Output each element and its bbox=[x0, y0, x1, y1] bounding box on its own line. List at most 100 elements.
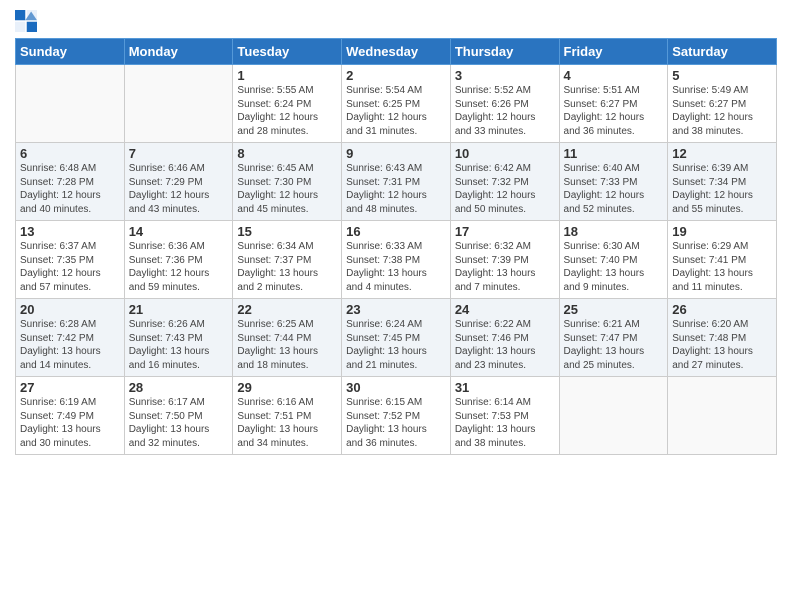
calendar-cell: 4Sunrise: 5:51 AMSunset: 6:27 PMDaylight… bbox=[559, 65, 668, 143]
day-detail: Sunrise: 6:24 AMSunset: 7:45 PMDaylight:… bbox=[346, 318, 446, 372]
day-number: 1 bbox=[237, 68, 337, 83]
col-header-tuesday: Tuesday bbox=[233, 39, 342, 65]
day-detail: Sunrise: 5:54 AMSunset: 6:25 PMDaylight:… bbox=[346, 84, 446, 138]
calendar-cell: 20Sunrise: 6:28 AMSunset: 7:42 PMDayligh… bbox=[16, 299, 125, 377]
col-header-sunday: Sunday bbox=[16, 39, 125, 65]
calendar-cell: 3Sunrise: 5:52 AMSunset: 6:26 PMDaylight… bbox=[450, 65, 559, 143]
day-number: 6 bbox=[20, 146, 120, 161]
day-number: 31 bbox=[455, 380, 555, 395]
calendar-cell: 2Sunrise: 5:54 AMSunset: 6:25 PMDaylight… bbox=[342, 65, 451, 143]
day-detail: Sunrise: 6:14 AMSunset: 7:53 PMDaylight:… bbox=[455, 396, 555, 450]
day-number: 28 bbox=[129, 380, 229, 395]
day-number: 29 bbox=[237, 380, 337, 395]
calendar-cell: 12Sunrise: 6:39 AMSunset: 7:34 PMDayligh… bbox=[668, 143, 777, 221]
calendar-cell: 19Sunrise: 6:29 AMSunset: 7:41 PMDayligh… bbox=[668, 221, 777, 299]
calendar-cell: 24Sunrise: 6:22 AMSunset: 7:46 PMDayligh… bbox=[450, 299, 559, 377]
day-detail: Sunrise: 6:37 AMSunset: 7:35 PMDaylight:… bbox=[20, 240, 120, 294]
calendar-cell: 18Sunrise: 6:30 AMSunset: 7:40 PMDayligh… bbox=[559, 221, 668, 299]
calendar-cell: 22Sunrise: 6:25 AMSunset: 7:44 PMDayligh… bbox=[233, 299, 342, 377]
day-detail: Sunrise: 6:45 AMSunset: 7:30 PMDaylight:… bbox=[237, 162, 337, 216]
day-number: 12 bbox=[672, 146, 772, 161]
day-number: 22 bbox=[237, 302, 337, 317]
day-detail: Sunrise: 6:15 AMSunset: 7:52 PMDaylight:… bbox=[346, 396, 446, 450]
calendar-cell: 7Sunrise: 6:46 AMSunset: 7:29 PMDaylight… bbox=[124, 143, 233, 221]
col-header-wednesday: Wednesday bbox=[342, 39, 451, 65]
day-number: 16 bbox=[346, 224, 446, 239]
day-number: 19 bbox=[672, 224, 772, 239]
col-header-saturday: Saturday bbox=[668, 39, 777, 65]
day-detail: Sunrise: 6:30 AMSunset: 7:40 PMDaylight:… bbox=[564, 240, 664, 294]
day-number: 3 bbox=[455, 68, 555, 83]
header bbox=[15, 10, 777, 32]
col-header-thursday: Thursday bbox=[450, 39, 559, 65]
calendar-cell: 8Sunrise: 6:45 AMSunset: 7:30 PMDaylight… bbox=[233, 143, 342, 221]
day-number: 13 bbox=[20, 224, 120, 239]
day-detail: Sunrise: 6:40 AMSunset: 7:33 PMDaylight:… bbox=[564, 162, 664, 216]
day-number: 26 bbox=[672, 302, 772, 317]
calendar-cell: 31Sunrise: 6:14 AMSunset: 7:53 PMDayligh… bbox=[450, 377, 559, 455]
calendar-cell: 17Sunrise: 6:32 AMSunset: 7:39 PMDayligh… bbox=[450, 221, 559, 299]
day-number: 21 bbox=[129, 302, 229, 317]
day-detail: Sunrise: 5:52 AMSunset: 6:26 PMDaylight:… bbox=[455, 84, 555, 138]
day-detail: Sunrise: 6:33 AMSunset: 7:38 PMDaylight:… bbox=[346, 240, 446, 294]
logo-icon bbox=[15, 10, 37, 32]
calendar-week-row: 20Sunrise: 6:28 AMSunset: 7:42 PMDayligh… bbox=[16, 299, 777, 377]
day-detail: Sunrise: 6:16 AMSunset: 7:51 PMDaylight:… bbox=[237, 396, 337, 450]
day-number: 10 bbox=[455, 146, 555, 161]
day-number: 27 bbox=[20, 380, 120, 395]
calendar-cell bbox=[668, 377, 777, 455]
day-detail: Sunrise: 6:39 AMSunset: 7:34 PMDaylight:… bbox=[672, 162, 772, 216]
day-detail: Sunrise: 6:22 AMSunset: 7:46 PMDaylight:… bbox=[455, 318, 555, 372]
day-detail: Sunrise: 6:28 AMSunset: 7:42 PMDaylight:… bbox=[20, 318, 120, 372]
day-detail: Sunrise: 6:43 AMSunset: 7:31 PMDaylight:… bbox=[346, 162, 446, 216]
day-number: 2 bbox=[346, 68, 446, 83]
day-number: 9 bbox=[346, 146, 446, 161]
day-detail: Sunrise: 6:36 AMSunset: 7:36 PMDaylight:… bbox=[129, 240, 229, 294]
day-detail: Sunrise: 6:17 AMSunset: 7:50 PMDaylight:… bbox=[129, 396, 229, 450]
calendar-cell: 13Sunrise: 6:37 AMSunset: 7:35 PMDayligh… bbox=[16, 221, 125, 299]
calendar-cell: 6Sunrise: 6:48 AMSunset: 7:28 PMDaylight… bbox=[16, 143, 125, 221]
day-number: 8 bbox=[237, 146, 337, 161]
calendar-cell: 10Sunrise: 6:42 AMSunset: 7:32 PMDayligh… bbox=[450, 143, 559, 221]
day-detail: Sunrise: 6:26 AMSunset: 7:43 PMDaylight:… bbox=[129, 318, 229, 372]
calendar-cell bbox=[559, 377, 668, 455]
day-number: 20 bbox=[20, 302, 120, 317]
day-number: 11 bbox=[564, 146, 664, 161]
day-detail: Sunrise: 6:20 AMSunset: 7:48 PMDaylight:… bbox=[672, 318, 772, 372]
calendar-cell bbox=[16, 65, 125, 143]
day-number: 4 bbox=[564, 68, 664, 83]
calendar-cell: 25Sunrise: 6:21 AMSunset: 7:47 PMDayligh… bbox=[559, 299, 668, 377]
day-detail: Sunrise: 6:46 AMSunset: 7:29 PMDaylight:… bbox=[129, 162, 229, 216]
day-detail: Sunrise: 6:42 AMSunset: 7:32 PMDaylight:… bbox=[455, 162, 555, 216]
calendar-cell: 21Sunrise: 6:26 AMSunset: 7:43 PMDayligh… bbox=[124, 299, 233, 377]
day-detail: Sunrise: 6:25 AMSunset: 7:44 PMDaylight:… bbox=[237, 318, 337, 372]
col-header-monday: Monday bbox=[124, 39, 233, 65]
calendar-cell: 30Sunrise: 6:15 AMSunset: 7:52 PMDayligh… bbox=[342, 377, 451, 455]
calendar-cell: 9Sunrise: 6:43 AMSunset: 7:31 PMDaylight… bbox=[342, 143, 451, 221]
calendar: SundayMondayTuesdayWednesdayThursdayFrid… bbox=[15, 38, 777, 455]
day-detail: Sunrise: 5:49 AMSunset: 6:27 PMDaylight:… bbox=[672, 84, 772, 138]
calendar-cell: 26Sunrise: 6:20 AMSunset: 7:48 PMDayligh… bbox=[668, 299, 777, 377]
calendar-cell: 15Sunrise: 6:34 AMSunset: 7:37 PMDayligh… bbox=[233, 221, 342, 299]
day-detail: Sunrise: 5:51 AMSunset: 6:27 PMDaylight:… bbox=[564, 84, 664, 138]
calendar-cell: 27Sunrise: 6:19 AMSunset: 7:49 PMDayligh… bbox=[16, 377, 125, 455]
day-number: 17 bbox=[455, 224, 555, 239]
day-number: 23 bbox=[346, 302, 446, 317]
day-detail: Sunrise: 6:21 AMSunset: 7:47 PMDaylight:… bbox=[564, 318, 664, 372]
day-number: 24 bbox=[455, 302, 555, 317]
calendar-week-row: 6Sunrise: 6:48 AMSunset: 7:28 PMDaylight… bbox=[16, 143, 777, 221]
calendar-cell bbox=[124, 65, 233, 143]
day-number: 30 bbox=[346, 380, 446, 395]
logo bbox=[15, 10, 39, 32]
day-number: 14 bbox=[129, 224, 229, 239]
calendar-week-row: 13Sunrise: 6:37 AMSunset: 7:35 PMDayligh… bbox=[16, 221, 777, 299]
day-detail: Sunrise: 6:34 AMSunset: 7:37 PMDaylight:… bbox=[237, 240, 337, 294]
calendar-week-row: 27Sunrise: 6:19 AMSunset: 7:49 PMDayligh… bbox=[16, 377, 777, 455]
day-number: 25 bbox=[564, 302, 664, 317]
day-detail: Sunrise: 6:48 AMSunset: 7:28 PMDaylight:… bbox=[20, 162, 120, 216]
day-number: 7 bbox=[129, 146, 229, 161]
day-detail: Sunrise: 5:55 AMSunset: 6:24 PMDaylight:… bbox=[237, 84, 337, 138]
page: SundayMondayTuesdayWednesdayThursdayFrid… bbox=[0, 0, 792, 612]
calendar-cell: 5Sunrise: 5:49 AMSunset: 6:27 PMDaylight… bbox=[668, 65, 777, 143]
calendar-week-row: 1Sunrise: 5:55 AMSunset: 6:24 PMDaylight… bbox=[16, 65, 777, 143]
